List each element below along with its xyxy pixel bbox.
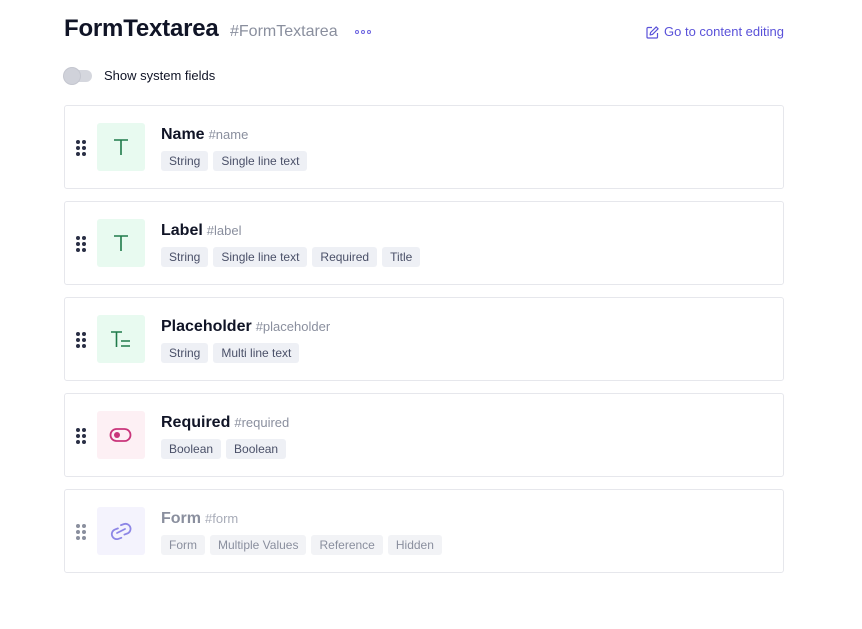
- field-type-icon-box: [97, 411, 145, 459]
- field-api-id: #form: [205, 511, 239, 526]
- field-tag: Title: [382, 247, 421, 267]
- link-icon: [110, 522, 132, 540]
- system-fields-label: Show system fields: [104, 68, 216, 83]
- field-type-icon-box: [97, 507, 145, 555]
- field-tag: Form: [161, 535, 205, 555]
- drag-handle-icon[interactable]: [76, 332, 86, 348]
- go-to-content-editing-link[interactable]: Go to content editing: [646, 24, 784, 40]
- field-name: Label: [161, 222, 203, 239]
- field-api-id: #label: [206, 223, 242, 238]
- field-card-name[interactable]: Name #name String Single line text: [64, 105, 784, 189]
- field-card-form[interactable]: Form #form Form Multiple Values Referenc…: [64, 489, 784, 573]
- field-tag: String: [161, 151, 209, 171]
- field-tag: Single line text: [213, 247, 308, 267]
- field-tags: Form Multiple Values Reference Hidden: [161, 535, 442, 555]
- field-type-icon-box: [97, 123, 145, 171]
- field-name: Placeholder: [161, 318, 252, 335]
- field-tag: Reference: [311, 535, 383, 555]
- field-tag: String: [161, 343, 209, 363]
- field-tag: Multi line text: [213, 343, 300, 363]
- edit-icon: [646, 25, 659, 39]
- system-fields-toggle-row: Show system fields: [64, 67, 216, 84]
- model-api-id: #FormTextarea: [230, 23, 338, 40]
- field-api-id: #name: [208, 127, 249, 142]
- field-tags: String Single line text: [161, 151, 308, 171]
- drag-handle-icon[interactable]: [76, 524, 86, 540]
- drag-handle-icon[interactable]: [76, 236, 86, 252]
- field-type-icon-box: [97, 315, 145, 363]
- field-api-id: #required: [234, 415, 290, 430]
- field-tags: String Multi line text: [161, 343, 300, 363]
- more-options-button[interactable]: [355, 26, 371, 38]
- field-api-id: #placeholder: [255, 319, 331, 334]
- field-tag: Boolean: [161, 439, 222, 459]
- field-name: Required: [161, 414, 231, 431]
- field-tag: Multiple Values: [210, 535, 307, 555]
- drag-handle-icon[interactable]: [76, 428, 86, 444]
- go-to-content-editing-label: Go to content editing: [664, 24, 784, 39]
- field-tag: Boolean: [226, 439, 287, 459]
- field-card-placeholder[interactable]: Placeholder #placeholder String Multi li…: [64, 297, 784, 381]
- field-name: Name: [161, 126, 205, 143]
- text-t-icon: [114, 139, 128, 155]
- system-fields-toggle[interactable]: [64, 67, 92, 84]
- text-t-icon: [114, 235, 128, 251]
- field-card-required[interactable]: Required #required Boolean Boolean: [64, 393, 784, 477]
- toggle-icon: [109, 428, 132, 442]
- toggle-knob: [64, 67, 80, 84]
- field-tag: Required: [312, 247, 378, 267]
- field-tag: Single line text: [213, 151, 308, 171]
- page-title: FormTextarea: [64, 15, 219, 42]
- page-header: FormTextarea #FormTextarea Go to content…: [64, 14, 784, 48]
- field-tags: Boolean Boolean: [161, 439, 287, 459]
- field-tags: String Single line text Required Title: [161, 247, 421, 267]
- field-type-icon-box: [97, 219, 145, 267]
- multiline-text-icon: [111, 331, 130, 347]
- drag-handle-icon[interactable]: [76, 140, 86, 156]
- field-tag: Hidden: [387, 535, 442, 555]
- field-tag: String: [161, 247, 209, 267]
- field-card-label[interactable]: Label #label String Single line text Req…: [64, 201, 784, 285]
- field-name: Form: [161, 510, 201, 527]
- more-horizontal-icon: [355, 30, 359, 34]
